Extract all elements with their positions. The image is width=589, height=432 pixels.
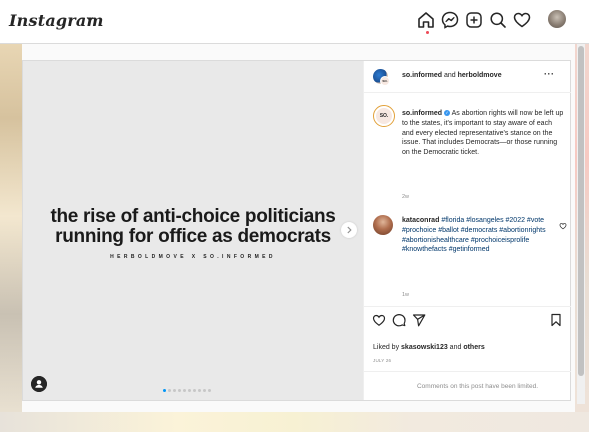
likes-user[interactable]: skasowski123 (401, 344, 448, 351)
carousel-dot (188, 389, 191, 392)
carousel-dot (198, 389, 201, 392)
carousel-next-button[interactable] (341, 222, 357, 238)
author-joiner: and (442, 72, 458, 79)
comment: kataconrad #florida #losangeles #2022 #v… (402, 216, 558, 255)
post-header: SO. so.informed and herboldmove ··· (364, 61, 571, 93)
likes-prefix: Liked by (373, 344, 402, 351)
author-avatar-soinformed[interactable]: SO. (380, 76, 390, 86)
messenger-icon[interactable] (440, 10, 460, 30)
carousel-dot (173, 389, 176, 392)
like-heart-icon[interactable] (372, 313, 386, 327)
chevron-down-icon[interactable] (85, 14, 95, 24)
scrollbar-thumb[interactable] (578, 46, 584, 376)
new-post-icon[interactable] (464, 10, 484, 30)
carousel-dot (183, 389, 186, 392)
media-headline: the rise of anti-choice politicians runn… (23, 207, 363, 247)
comment-avatar[interactable] (373, 215, 393, 235)
active-indicator-dot (426, 31, 429, 34)
post-card: the rise of anti-choice politicians runn… (22, 60, 571, 401)
comment-age[interactable]: 1w (402, 292, 409, 298)
caption-username[interactable]: so.informed (402, 110, 442, 117)
carousel-dot (208, 389, 211, 392)
media-headline-line-1: the rise of anti-choice politicians (50, 206, 336, 227)
comments-limited-notice: Comments on this post have been limited. (364, 371, 571, 400)
carousel-dot (203, 389, 206, 392)
carousel-dot (193, 389, 196, 392)
comment-like-heart-icon[interactable] (559, 222, 567, 230)
post-authors: so.informed and herboldmove (402, 72, 502, 79)
carousel-dot (163, 389, 166, 392)
likes-summary: Liked by skasowski123 and others (373, 344, 485, 351)
media-headline-line-2: running for office as democrats (55, 226, 331, 247)
profile-avatar[interactable] (548, 10, 566, 28)
likes-middle: and (447, 344, 464, 351)
caption-avatar[interactable]: SO. (373, 105, 395, 127)
author-link-1[interactable]: so.informed (402, 72, 442, 79)
comment-icon[interactable] (392, 313, 406, 327)
save-bookmark-icon[interactable] (549, 313, 563, 327)
background-left (0, 40, 22, 432)
share-icon[interactable] (412, 313, 426, 327)
top-navigation: Instagram (0, 0, 589, 44)
media-subline: HERBOLDMOVE X SO.INFORMED (110, 254, 276, 260)
more-options-icon[interactable]: ··· (544, 69, 555, 79)
tagged-people-button[interactable] (31, 376, 47, 392)
home-icon[interactable] (416, 10, 436, 30)
activity-heart-icon[interactable] (512, 10, 532, 30)
explore-search-icon[interactable] (488, 10, 508, 30)
post-actions: Liked by skasowski123 and others JULY 26… (364, 306, 571, 400)
carousel-dot (168, 389, 171, 392)
comment-username[interactable]: kataconrad (402, 217, 439, 224)
post-media[interactable]: the rise of anti-choice politicians runn… (23, 61, 363, 400)
post-date[interactable]: JULY 26 (373, 358, 391, 363)
post-details-panel: SO. so.informed and herboldmove ··· SO. … (363, 61, 571, 400)
likes-others[interactable]: others (463, 344, 484, 351)
background-bottom (0, 412, 589, 432)
page-scrollbar[interactable] (577, 44, 585, 404)
caption-avatar-badge: SO. (376, 108, 392, 124)
caption-age[interactable]: 2w (402, 194, 409, 200)
post-caption: so.informed ✓ As abortion rights will no… (402, 109, 564, 158)
author-link-2[interactable]: herboldmove (458, 72, 502, 79)
carousel-dot (178, 389, 181, 392)
